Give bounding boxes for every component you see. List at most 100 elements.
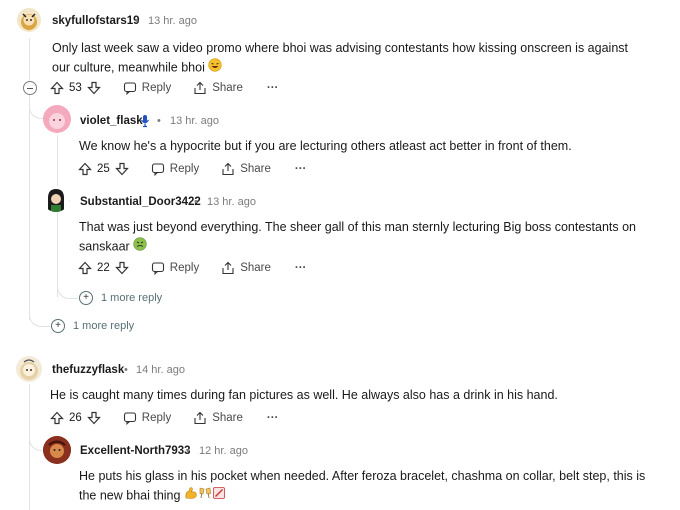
- comment-icon: [123, 412, 136, 425]
- more-options-icon: ···: [294, 163, 307, 175]
- more-replies-label: 1 more reply: [101, 292, 163, 304]
- separator-dot: •: [194, 196, 198, 208]
- flexed-biceps-icon: [184, 486, 198, 506]
- avatar[interactable]: [43, 186, 69, 212]
- share-icon: [222, 261, 234, 275]
- upvote-button[interactable]: [78, 162, 92, 176]
- plus-circle-icon: +: [51, 319, 65, 333]
- upvote-icon: [50, 411, 64, 425]
- thread-line: [57, 135, 58, 297]
- comment-body: That was just beyond everything. The she…: [79, 218, 664, 257]
- reply-button[interactable]: Reply: [123, 411, 171, 425]
- upvote-icon: [78, 162, 92, 176]
- vote-count: 25: [97, 163, 110, 175]
- reply-button[interactable]: Reply: [123, 81, 171, 95]
- separator-dot: •: [157, 115, 161, 127]
- upvote-button[interactable]: [50, 411, 64, 425]
- share-button[interactable]: Share: [221, 162, 271, 176]
- cross-mark-box-icon: [212, 486, 226, 506]
- thread-elbow: [29, 310, 50, 327]
- share-icon: [222, 162, 234, 176]
- vote-count: 26: [69, 412, 82, 424]
- comment-text: We know he's a hypocrite but if you are …: [79, 139, 572, 153]
- comment-text: That was just beyond everything. The she…: [79, 220, 637, 254]
- comment-timestamp[interactable]: 12 hr. ago: [199, 445, 248, 457]
- downvote-button[interactable]: [114, 162, 129, 176]
- comment-author[interactable]: Excellent-North7933: [80, 445, 191, 457]
- downvote-button[interactable]: [86, 81, 101, 95]
- comment-author[interactable]: thefuzzyflask: [52, 364, 124, 376]
- upvote-button[interactable]: [78, 261, 92, 275]
- reply-button[interactable]: Reply: [151, 162, 199, 176]
- comment-icon: [151, 262, 164, 275]
- vote-count: 22: [97, 262, 110, 274]
- thread-elbow: [29, 100, 44, 119]
- separator-dot: •: [186, 445, 190, 457]
- reply-label: Reply: [141, 82, 172, 94]
- comment-icon: [123, 82, 136, 95]
- comment-text: He puts his glass in his pocket when nee…: [79, 469, 646, 503]
- share-button[interactable]: Share: [221, 261, 271, 275]
- more-options-button[interactable]: ···: [267, 82, 279, 94]
- reply-label: Reply: [169, 262, 200, 274]
- comment-body: He puts his glass in his pocket when nee…: [79, 467, 664, 506]
- separator-dot: •: [124, 364, 128, 376]
- share-button[interactable]: Share: [193, 81, 243, 95]
- comment-timestamp[interactable]: 14 hr. ago: [136, 364, 185, 376]
- share-icon: [194, 81, 206, 95]
- comment-actions: 25 Reply Share ···: [78, 159, 306, 179]
- thread-line: [29, 384, 30, 510]
- comment-body: We know he's a hypocrite but if you are …: [79, 137, 659, 156]
- share-label: Share: [212, 412, 243, 424]
- thread-elbow: [57, 282, 78, 299]
- share-label: Share: [240, 163, 271, 175]
- comment-body: Only last week saw a video promo where b…: [52, 39, 642, 78]
- more-options-icon: ···: [266, 82, 279, 94]
- downvote-icon: [86, 81, 101, 95]
- comment-text: Only last week saw a video promo where b…: [52, 41, 628, 75]
- comment-author[interactable]: Substantial_Door3422: [80, 196, 201, 208]
- microphone-icon: [140, 114, 150, 133]
- avatar[interactable]: [17, 8, 41, 32]
- laughing-face-icon: [208, 58, 222, 78]
- comment-actions: 22 Reply Share ···: [78, 258, 306, 278]
- comment-actions: 53 Reply Share ···: [50, 78, 278, 98]
- downvote-button[interactable]: [114, 261, 129, 275]
- share-button[interactable]: Share: [193, 411, 243, 425]
- comment-timestamp[interactable]: 13 hr. ago: [148, 15, 197, 27]
- avatar[interactable]: [16, 356, 42, 382]
- share-icon: [194, 411, 206, 425]
- avatar[interactable]: [43, 436, 71, 464]
- more-options-icon: ···: [266, 412, 279, 424]
- comment-timestamp[interactable]: 13 hr. ago: [207, 196, 256, 208]
- upvote-button[interactable]: [50, 81, 64, 95]
- comment-timestamp[interactable]: 13 hr. ago: [170, 115, 219, 127]
- avatar[interactable]: [43, 105, 71, 133]
- more-options-button[interactable]: ···: [267, 412, 279, 424]
- more-options-button[interactable]: ···: [295, 262, 307, 274]
- nauseated-face-icon: [133, 237, 147, 257]
- collapse-button[interactable]: [23, 81, 37, 95]
- more-replies-link[interactable]: + 1 more reply: [51, 319, 134, 333]
- reply-label: Reply: [141, 412, 172, 424]
- downvote-icon: [86, 411, 101, 425]
- reply-label: Reply: [169, 163, 200, 175]
- more-replies-label: 1 more reply: [73, 320, 135, 332]
- more-replies-link[interactable]: + 1 more reply: [79, 291, 162, 305]
- comment-text: He is caught many times during fan pictu…: [50, 388, 558, 402]
- separator-dot: •: [135, 15, 139, 27]
- comment-author[interactable]: violet_flask: [80, 115, 143, 127]
- share-label: Share: [212, 82, 243, 94]
- vote-count: 53: [69, 82, 82, 94]
- thread-elbow: [29, 430, 42, 451]
- reply-button[interactable]: Reply: [151, 261, 199, 275]
- plus-circle-icon: +: [79, 291, 93, 305]
- clinking-glasses-icon: [198, 486, 212, 506]
- share-label: Share: [240, 262, 271, 274]
- downvote-button[interactable]: [86, 411, 101, 425]
- comment-author[interactable]: skyfullofstars19: [52, 15, 140, 27]
- downvote-icon: [114, 162, 129, 176]
- upvote-icon: [78, 261, 92, 275]
- more-options-button[interactable]: ···: [295, 163, 307, 175]
- more-options-icon: ···: [294, 262, 307, 274]
